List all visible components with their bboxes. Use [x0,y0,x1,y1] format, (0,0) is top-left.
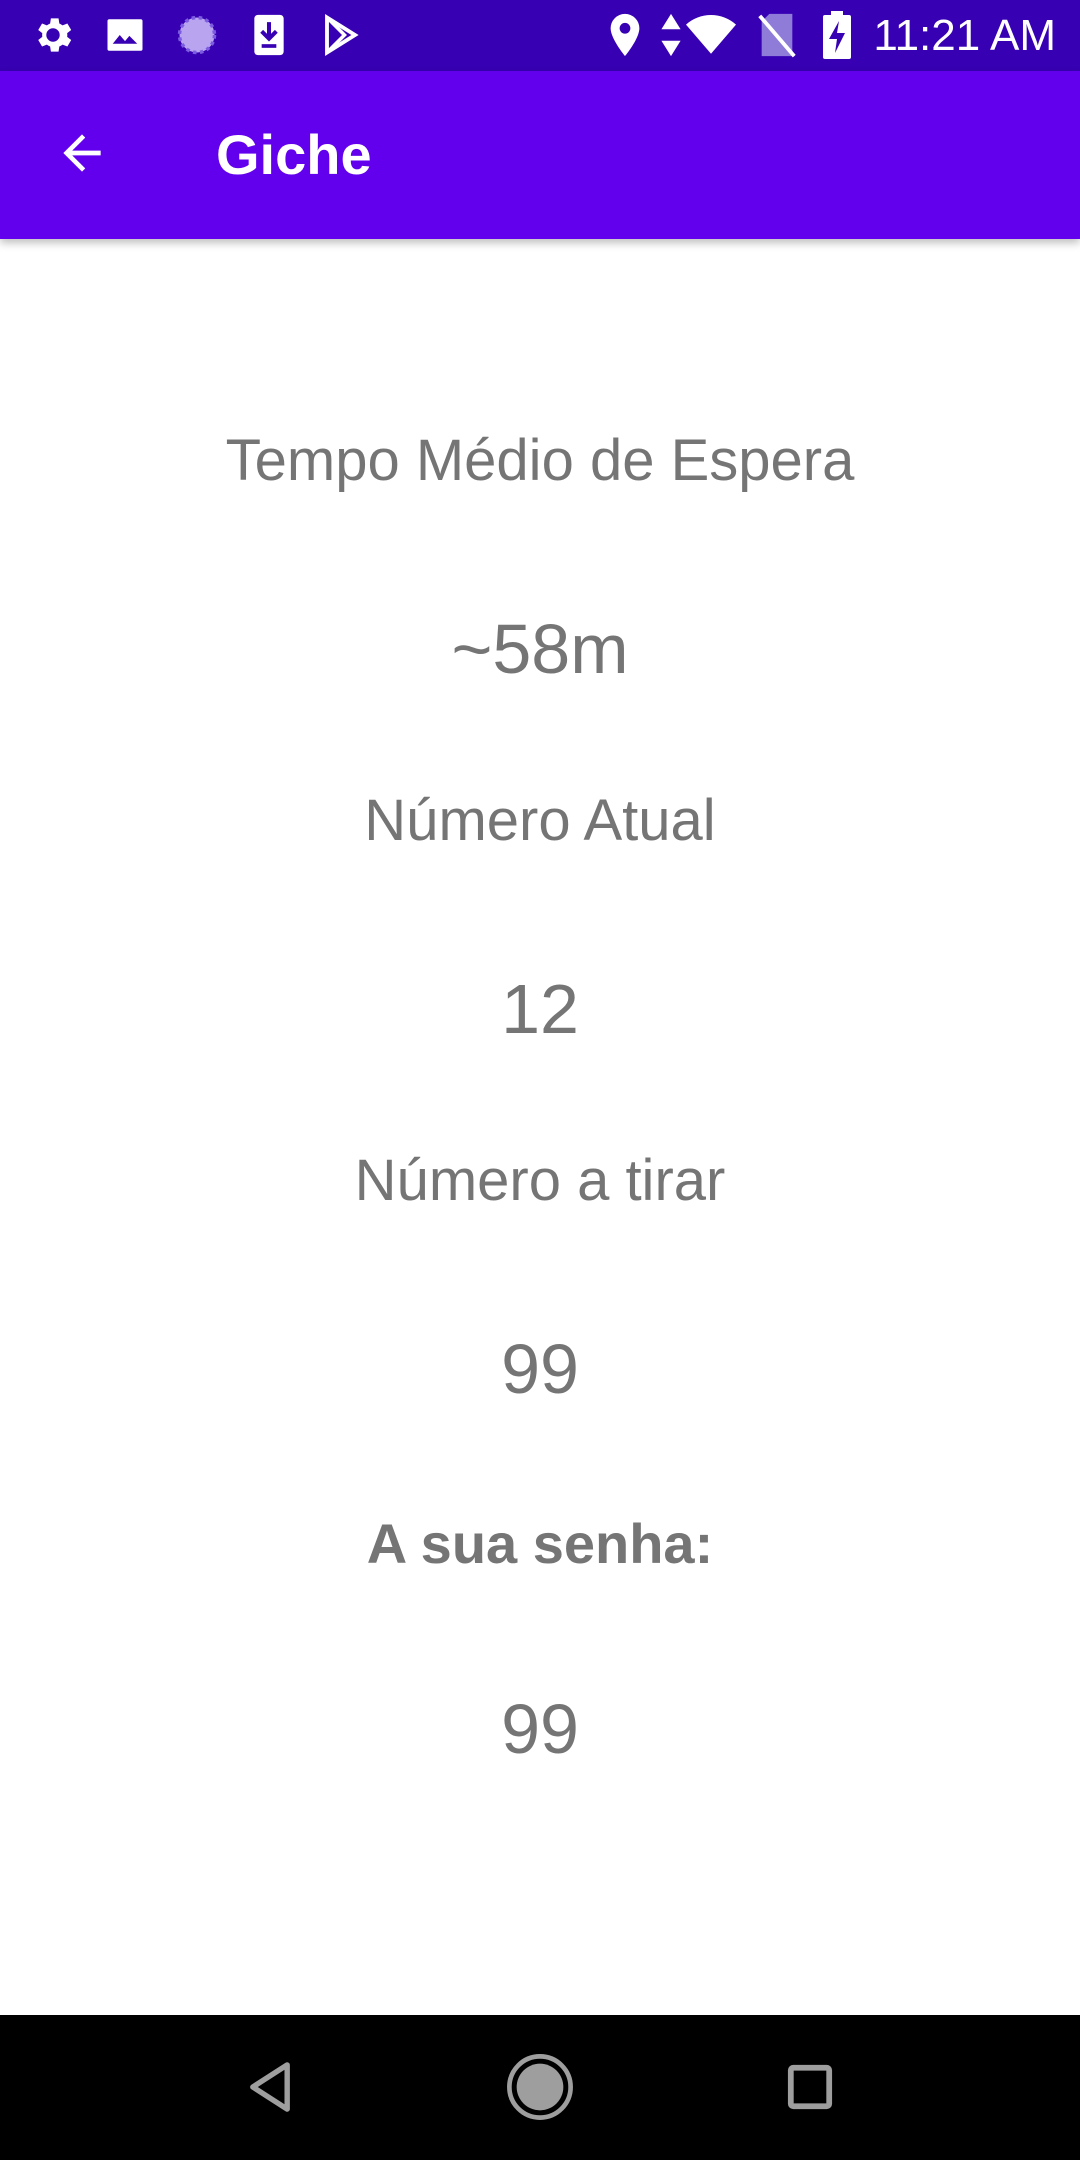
back-button[interactable] [40,113,124,197]
status-bar: 11:21 AM [0,0,1080,71]
next-number-label: Número a tirar [354,1148,726,1213]
download-icon [244,10,294,60]
next-number-value: 99 [501,1330,579,1408]
screen: 11:21 AM Giche Tempo Médio de Espera ~58… [0,0,1080,2160]
back-triangle-icon [245,2060,295,2119]
image-icon [100,10,150,60]
navigation-bar [0,2015,1080,2160]
current-number-label: Número Atual [364,788,716,853]
recents-square-icon [786,2063,834,2116]
nav-recents-button[interactable] [772,2051,848,2127]
nav-home-button[interactable] [502,2051,578,2127]
wait-time-label: Tempo Médio de Espera [225,428,855,493]
ticket-label: A sua senha: [366,1512,714,1575]
sync-icon [172,10,222,60]
arrow-back-icon [54,125,110,186]
battery-charging-icon [812,10,862,60]
settings-icon [28,10,78,60]
ticket-value: 99 [501,1690,579,1768]
page-title: Giche [216,123,372,186]
home-circle-icon [505,2052,575,2127]
location-icon [600,10,650,60]
main-content: Tempo Médio de Espera ~58m Número Atual … [0,239,1080,2015]
app-bar: Giche [0,71,1080,239]
nav-back-button[interactable] [232,2051,308,2127]
wait-time-value: ~58m [451,610,629,688]
current-number-value: 12 [501,970,579,1048]
status-time: 11:21 AM [873,11,1056,60]
play-store-icon [316,10,366,60]
wifi-icon [686,10,736,60]
no-sim-icon [752,10,802,60]
